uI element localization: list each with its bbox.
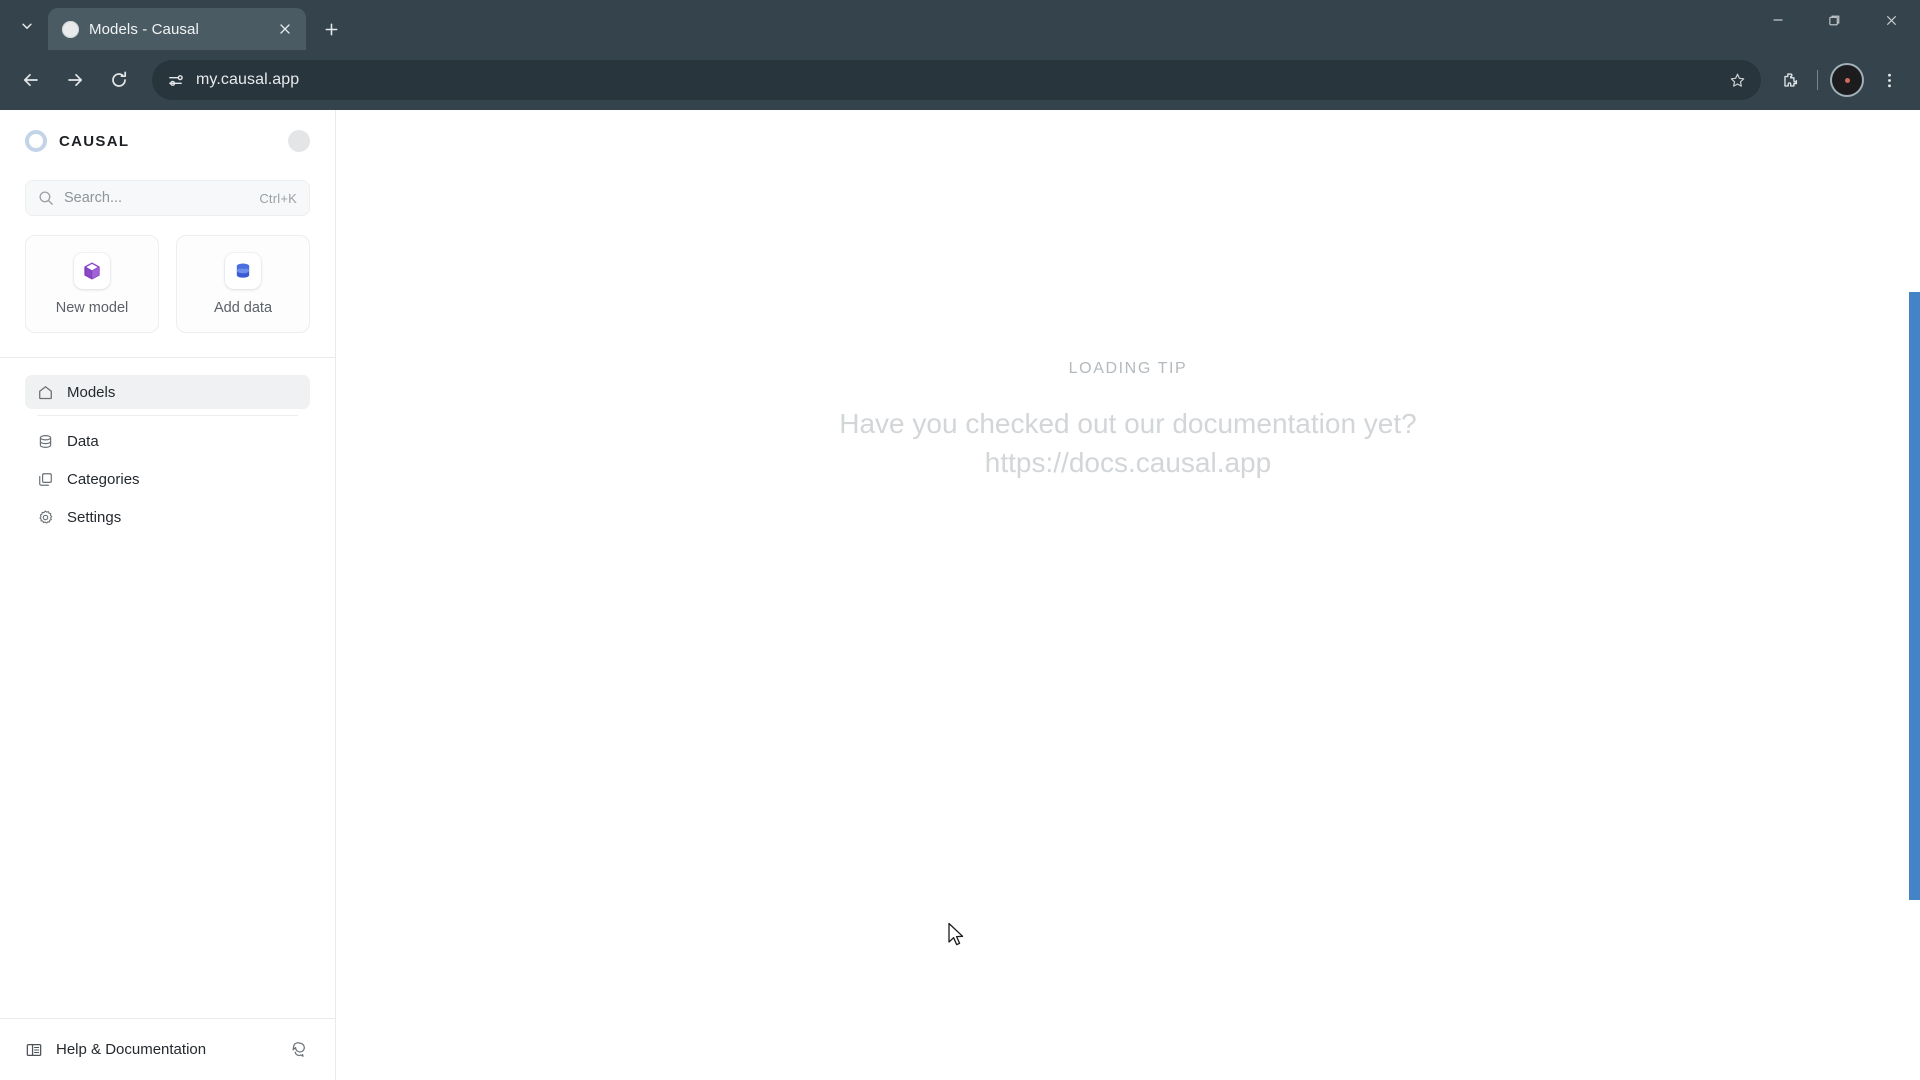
book-icon <box>26 1043 42 1056</box>
tab-strip: Models - Causal <box>0 0 1920 50</box>
chat-bubbles-icon <box>292 1042 305 1057</box>
site-settings-button[interactable] <box>160 65 190 95</box>
sidebar-search-wrap: Search... Ctrl+K <box>0 172 335 216</box>
tab-search-button[interactable] <box>6 6 48 46</box>
forward-arrow-icon <box>68 73 83 87</box>
window-close-button[interactable] <box>1863 0 1920 40</box>
home-icon <box>39 385 52 399</box>
close-icon <box>1886 15 1897 25</box>
profile-avatar-icon <box>1844 77 1850 83</box>
database-icon <box>39 434 52 448</box>
help-documentation-label: Help & Documentation <box>56 1041 207 1058</box>
sidebar-item-settings-label: Settings <box>67 508 122 526</box>
cube-icon <box>84 262 100 279</box>
forward-button[interactable] <box>54 59 96 101</box>
site-settings-icon <box>168 74 183 86</box>
user-avatar-icon[interactable] <box>288 130 310 152</box>
page-scrollbar[interactable] <box>1909 292 1920 900</box>
tab-close-button[interactable] <box>274 18 296 40</box>
search-input[interactable]: Search... Ctrl+K <box>25 180 310 216</box>
bookmark-button[interactable] <box>1721 64 1753 96</box>
loading-tip-line-2: https://docs.causal.app <box>984 446 1272 478</box>
search-placeholder: Search... <box>64 190 123 206</box>
sidebar-item-categories-label: Categories <box>67 470 140 488</box>
maximize-button[interactable] <box>1806 0 1863 40</box>
browser-menu-button[interactable] <box>1870 61 1908 99</box>
app-sidebar: CAUSAL Search... Ctrl+K New model Add da… <box>0 110 336 1080</box>
sidebar-item-data-label: Data <box>67 432 99 450</box>
causal-ring-logo-icon <box>25 130 47 152</box>
gear-icon <box>39 509 53 524</box>
chevron-down-icon <box>22 23 32 29</box>
loading-tip-kicker: LOADING TIP <box>1068 360 1188 377</box>
minimize-button[interactable] <box>1749 0 1806 40</box>
three-dot-menu-icon <box>1887 73 1891 87</box>
maximize-icon <box>1829 15 1840 25</box>
url-text[interactable]: my.causal.app <box>196 71 1715 89</box>
window-controls <box>1749 0 1920 40</box>
browser-toolbar: my.causal.app <box>0 50 1920 110</box>
minimize-icon <box>1773 19 1782 21</box>
mouse-cursor <box>948 922 964 946</box>
add-data-card-label: Add data <box>213 299 273 316</box>
brand-name: CAUSAL <box>59 132 130 150</box>
search-icon <box>39 191 53 205</box>
new-model-card[interactable]: New model <box>25 235 159 333</box>
sidebar-item-categories[interactable]: Categories <box>25 462 310 496</box>
reload-button[interactable] <box>98 59 140 101</box>
puzzle-piece-icon <box>1783 72 1797 87</box>
new-model-card-label: New model <box>55 299 129 316</box>
chat-support-button[interactable] <box>284 1037 310 1063</box>
star-icon <box>1730 73 1744 87</box>
quick-action-cards: New model Add data <box>0 216 335 333</box>
browser-tab[interactable]: Models - Causal <box>48 8 306 50</box>
help-documentation-link[interactable]: Help & Documentation <box>25 1041 271 1059</box>
tab-title: Models - Causal <box>89 20 199 38</box>
sidebar-header: CAUSAL <box>0 110 335 172</box>
new-tab-button[interactable] <box>314 12 348 46</box>
reload-icon <box>112 71 127 87</box>
profile-button[interactable] <box>1832 65 1862 95</box>
sidebar-item-data[interactable]: Data <box>25 424 310 458</box>
sidebar-nav: Models Data Categories Settings <box>0 358 335 538</box>
extensions-button[interactable] <box>1771 61 1809 99</box>
layers-copy-icon <box>39 472 52 486</box>
toolbar-divider <box>1817 70 1818 90</box>
page-content: CAUSAL Search... Ctrl+K New model Add da… <box>0 110 1920 1080</box>
circle-favicon <box>62 20 79 38</box>
database-icon-wrap <box>225 252 261 289</box>
plus-icon <box>325 23 337 35</box>
database-icon <box>236 263 250 278</box>
add-data-card[interactable]: Add data <box>176 235 310 333</box>
main-content: LOADING TIP Have you checked out our doc… <box>336 110 1920 1080</box>
address-bar[interactable]: my.causal.app <box>152 60 1761 100</box>
back-button[interactable] <box>10 59 52 101</box>
browser-window: Models - Causal my.causal.app CAUSAL Sea… <box>0 0 1920 1080</box>
sidebar-footer: Help & Documentation <box>0 1018 335 1080</box>
sidebar-item-models-label: Models <box>67 383 116 401</box>
sidebar-item-models[interactable]: Models <box>25 375 310 409</box>
search-shortcut: Ctrl+K <box>259 190 297 206</box>
close-icon <box>280 24 290 34</box>
loading-tip-block: LOADING TIP Have you checked out our doc… <box>336 360 1920 482</box>
sidebar-nav-divider <box>37 415 298 416</box>
sidebar-item-settings[interactable]: Settings <box>25 500 310 534</box>
cube-icon-wrap <box>74 252 110 289</box>
loading-tip-line-1: Have you checked out our documentation y… <box>839 408 1417 439</box>
back-arrow-icon <box>23 73 38 87</box>
